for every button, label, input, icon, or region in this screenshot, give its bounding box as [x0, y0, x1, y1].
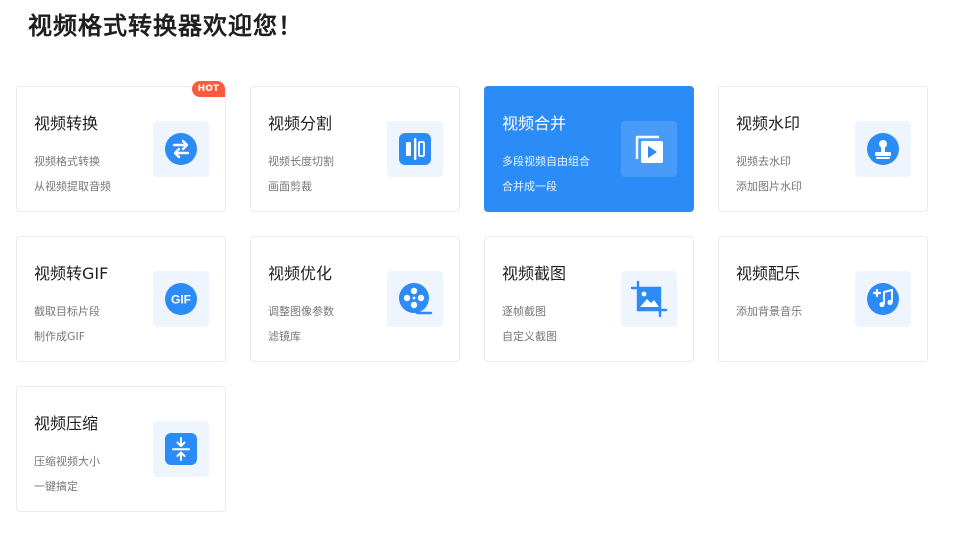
icon-box: [855, 121, 911, 177]
icon-box: [855, 271, 911, 327]
feature-grid: 视频转换 视频格式转换 从视频提取音频 HOT 视频分割 视频长度切割 画面剪裁: [16, 81, 928, 512]
card-desc-1: 调整图像参数: [268, 305, 334, 318]
film-reel-icon: [399, 283, 433, 315]
card-desc-1: 视频格式转换: [34, 155, 100, 168]
card-title: 视频合并: [502, 114, 567, 133]
icon-box: GIF: [153, 271, 209, 327]
icon-box: [387, 121, 443, 177]
icon-box: [153, 121, 209, 177]
card-desc-2: 从视频提取音频: [34, 180, 111, 193]
card-video-to-gif[interactable]: 视频转GIF 截取目标片段 制作成GIF GIF: [16, 236, 226, 362]
card-desc-2: 合并成一段: [502, 180, 557, 193]
card-video-convert[interactable]: 视频转换 视频格式转换 从视频提取音频 HOT: [16, 81, 226, 212]
card-title: 视频压缩: [34, 414, 99, 433]
crop-image-icon: [630, 280, 668, 318]
card-desc-2: 画面剪裁: [268, 180, 312, 193]
gif-icon-label: GIF: [171, 293, 191, 307]
card-video-music[interactable]: 视频配乐 添加背景音乐: [718, 236, 928, 362]
icon-box: [387, 271, 443, 327]
split-icon: [399, 133, 431, 165]
icon-box: [621, 121, 677, 177]
compress-icon: [165, 433, 197, 465]
card-desc-2: 制作成GIF: [34, 330, 86, 343]
card-title: 视频截图: [502, 264, 567, 283]
card-title: 视频转换: [34, 114, 99, 133]
page-title: 视频格式转换器欢迎您！: [28, 12, 303, 40]
card-video-compress[interactable]: 视频压缩 压缩视频大小 一键搞定: [16, 386, 226, 512]
card-desc-1: 添加背景音乐: [736, 305, 802, 318]
card-desc-1: 截取目标片段: [34, 305, 100, 318]
card-title: 视频配乐: [736, 264, 801, 283]
card-video-split[interactable]: 视频分割 视频长度切割 画面剪裁: [250, 86, 460, 212]
card-desc-2: 滤镜库: [268, 330, 301, 343]
icon-box: [621, 271, 677, 327]
card-desc-1: 多段视频自由组合: [502, 155, 590, 168]
card-desc-1: 逐帧截图: [502, 305, 546, 318]
card-desc-2: 自定义截图: [502, 330, 557, 343]
card-desc-1: 视频去水印: [736, 155, 791, 168]
card-desc-1: 压缩视频大小: [34, 455, 100, 468]
card-video-optimize[interactable]: 视频优化 调整图像参数 滤镜库: [250, 236, 460, 362]
card-video-watermark[interactable]: 视频水印 视频去水印 添加图片水印: [718, 86, 928, 212]
card-desc-1: 视频长度切割: [268, 155, 334, 168]
card-title: 视频水印: [736, 114, 801, 133]
card-desc-2: 一键搞定: [34, 480, 78, 493]
card-desc-2: 添加图片水印: [736, 180, 802, 193]
gif-icon: GIF: [165, 283, 197, 315]
merge-play-icon: [635, 135, 663, 163]
swap-arrows-icon: [165, 133, 197, 165]
icon-box: [153, 421, 209, 477]
card-title: 视频分割: [268, 114, 333, 133]
card-video-merge[interactable]: 视频合并 多段视频自由组合 合并成一段: [484, 86, 694, 212]
card-video-screenshot[interactable]: 视频截图 逐帧截图 自定义截图: [484, 236, 694, 362]
hot-badge: HOT: [191, 81, 225, 97]
card-title: 视频转GIF: [34, 264, 109, 283]
add-music-icon: [867, 283, 899, 315]
card-title: 视频优化: [268, 264, 333, 283]
stamp-icon: [867, 133, 899, 165]
